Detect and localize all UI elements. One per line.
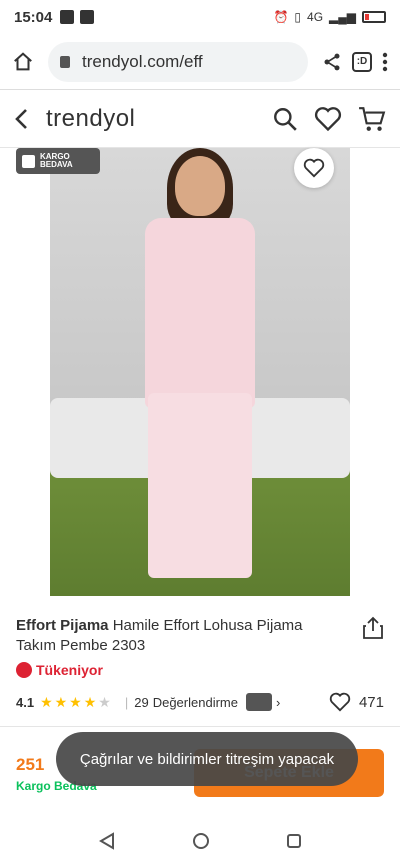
url-field[interactable]: trendyol.com/eff	[48, 41, 308, 82]
url-text: trendyol.com/eff	[82, 51, 203, 71]
nav-home-icon[interactable]	[192, 832, 210, 850]
box-icon	[22, 154, 35, 168]
alert-icon	[60, 10, 75, 24]
trendyol-logo[interactable]: trendyol	[46, 105, 135, 133]
rating-stars: ★★★★★	[40, 693, 113, 710]
model-head	[175, 156, 225, 216]
product-image[interactable]: KARGO BEDAVA	[0, 148, 400, 596]
stock-status: Tükeniyor	[16, 662, 384, 678]
lock-icon	[60, 55, 70, 68]
cart-icon[interactable]	[358, 106, 386, 132]
nav-back-icon[interactable]	[98, 832, 116, 850]
header-actions	[272, 106, 386, 132]
free-shipping-badge: KARGO BEDAVA	[16, 148, 100, 174]
pajama-pants	[148, 393, 252, 578]
system-nav-bar	[0, 816, 400, 866]
review-count[interactable]: 29	[134, 695, 148, 710]
back-icon[interactable]	[14, 108, 28, 130]
stock-text: Tükeniyor	[36, 662, 103, 678]
title-row: Effort Pijama Hamile Effort Lohusa Pijam…	[16, 616, 384, 656]
heart-icon	[303, 158, 325, 178]
vibrate-icon: ▯	[294, 10, 302, 24]
price: 251	[16, 755, 45, 774]
product-title: Effort Pijama Hamile Effort Lohusa Pijam…	[16, 616, 362, 656]
product-brand[interactable]: Effort Pijama	[16, 617, 109, 634]
divider: |	[124, 694, 129, 710]
toast-notification: Çağrılar ve bildirimler titreşim yapacak	[56, 732, 358, 786]
app-header: trendyol	[0, 90, 400, 148]
status-right: ⏰ ▯ 4G ▂▄▆	[273, 10, 386, 24]
badge-text: KARGO BEDAVA	[40, 152, 73, 170]
network-label: 4G	[307, 10, 324, 24]
camera-icon[interactable]	[245, 693, 272, 711]
home-icon[interactable]	[12, 51, 34, 73]
share-icon[interactable]	[322, 52, 342, 72]
like-count[interactable]: 471	[329, 692, 384, 712]
status-bar: 15:04 ⏰ ▯ 4G ▂▄▆	[0, 0, 400, 34]
product-photo	[50, 148, 350, 596]
favorites-icon[interactable]	[314, 106, 342, 132]
rating-row: 4.1 ★★★★★ | 29 Değerlendirme › 471	[16, 692, 384, 712]
badge-line-2: BEDAVA	[40, 160, 73, 169]
nav-recents-icon[interactable]	[286, 833, 302, 849]
add-favorite-button[interactable]	[294, 148, 334, 188]
chevron-right-icon[interactable]: ›	[276, 695, 280, 710]
pajama-top	[145, 218, 255, 408]
share-product-icon[interactable]	[362, 616, 384, 640]
search-icon[interactable]	[272, 106, 298, 132]
rating-value: 4.1	[16, 694, 35, 710]
tab-switcher[interactable]: :D	[352, 51, 372, 72]
signal-icon: ▂▄▆	[329, 10, 356, 24]
alarm-icon: ⏰	[273, 10, 289, 24]
heart-outline-icon	[329, 692, 351, 712]
reviews-label[interactable]: Değerlendirme	[153, 695, 238, 710]
status-time: 15:04	[14, 8, 53, 26]
likes-value: 471	[358, 693, 384, 711]
battery-icon	[362, 11, 386, 23]
sd-card-icon	[80, 10, 95, 24]
running-out-icon	[16, 662, 32, 678]
menu-icon[interactable]	[382, 52, 388, 72]
product-info: Effort Pijama Hamile Effort Lohusa Pijam…	[0, 596, 400, 726]
browser-toolbar: trendyol.com/eff :D	[0, 34, 400, 90]
